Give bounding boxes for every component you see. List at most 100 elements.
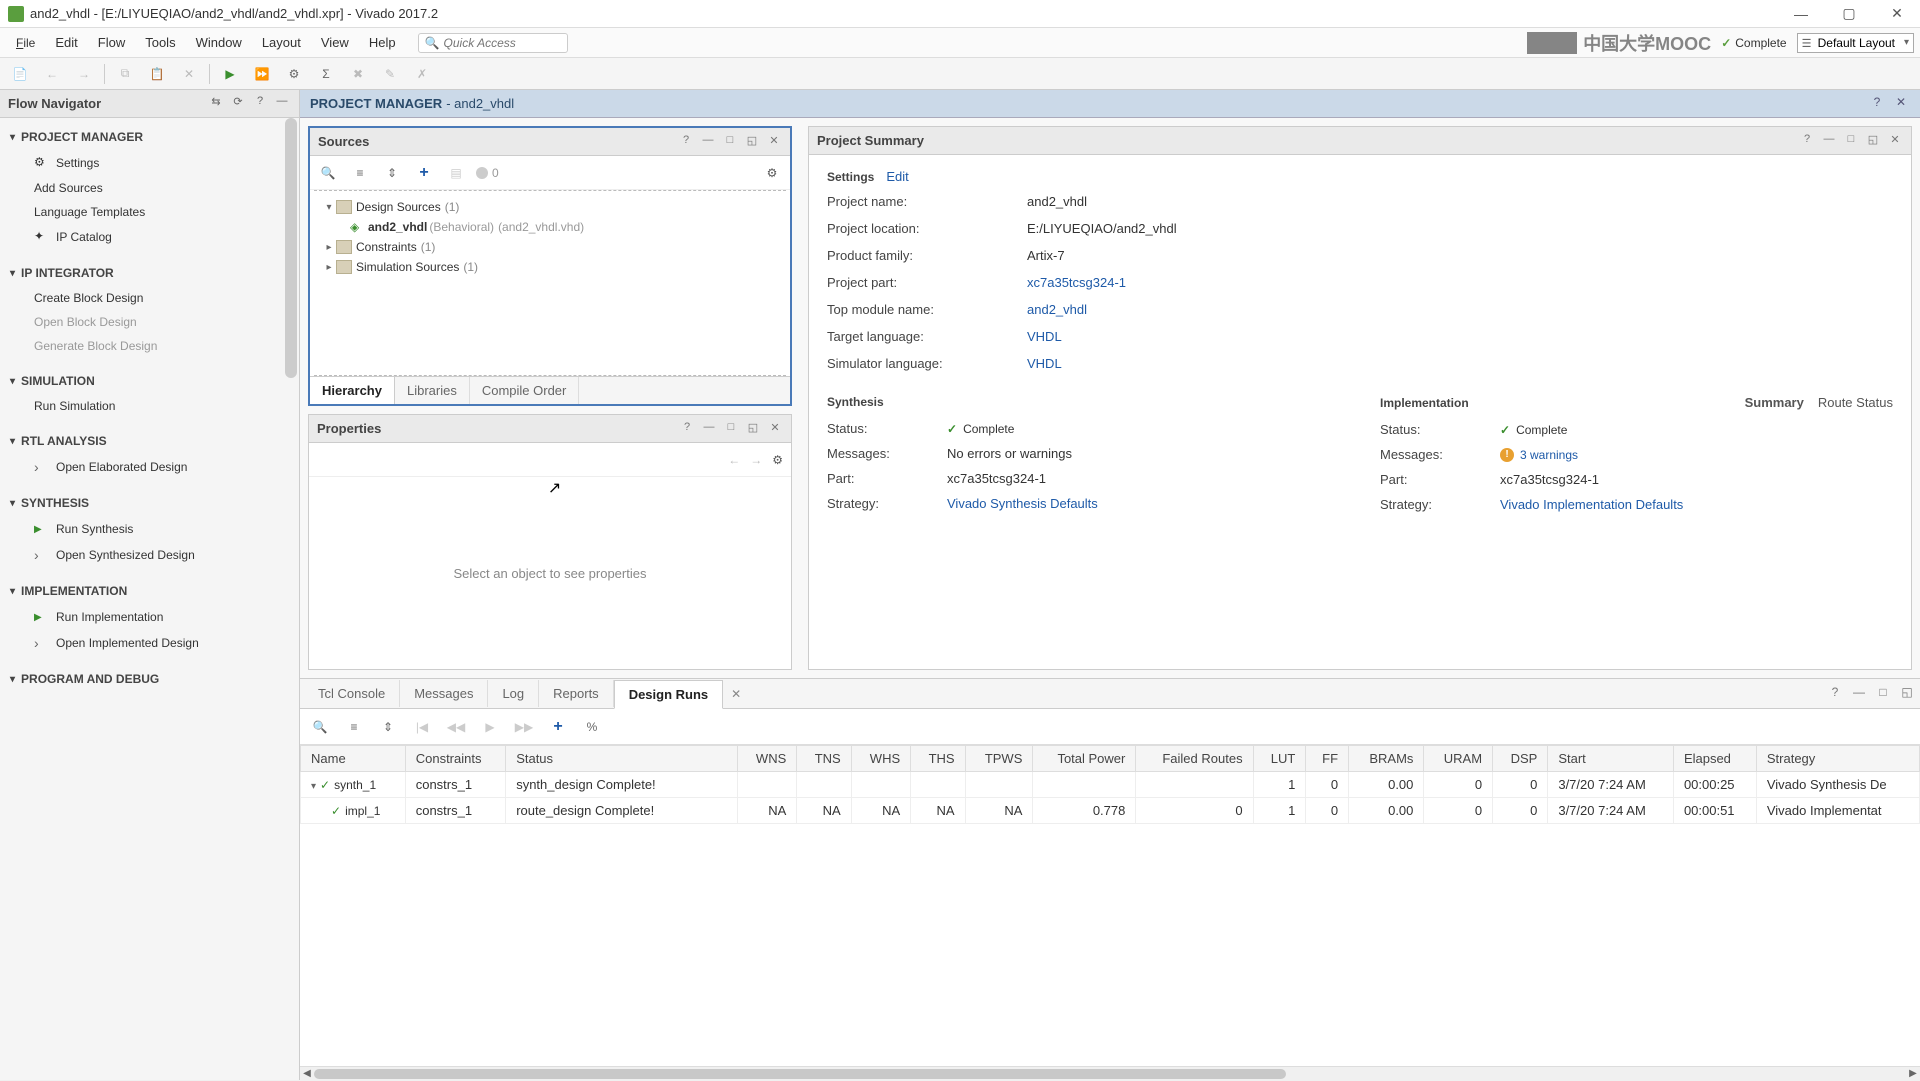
run-button[interactable]: ▶ bbox=[218, 62, 242, 86]
summary-float-icon[interactable]: ◱ bbox=[1865, 133, 1881, 149]
nav-create-block-design[interactable]: Create Block Design bbox=[0, 286, 299, 310]
sources-collapse-icon[interactable]: ≡ bbox=[348, 161, 372, 185]
nav-open-implemented-design[interactable]: Open Implemented Design bbox=[0, 630, 299, 656]
sources-search-icon[interactable]: 🔍 bbox=[316, 161, 340, 185]
tab-messages[interactable]: Messages bbox=[400, 680, 488, 707]
nav-open-elaborated-design[interactable]: Open Elaborated Design bbox=[0, 454, 299, 480]
clear-button[interactable]: ✗ bbox=[410, 62, 434, 86]
runs-prev-icon[interactable]: ◀◀ bbox=[444, 715, 468, 739]
sources-close-icon[interactable]: ✕ bbox=[766, 134, 782, 150]
impl-strategy-value[interactable]: Vivado Implementation Defaults bbox=[1500, 497, 1893, 512]
chevron-down-icon[interactable]: ▾ bbox=[311, 781, 316, 792]
col-total-power[interactable]: Total Power bbox=[1033, 746, 1136, 772]
tab-reports[interactable]: Reports bbox=[539, 680, 614, 707]
col-name[interactable]: Name bbox=[301, 746, 406, 772]
col-elapsed[interactable]: Elapsed bbox=[1673, 746, 1756, 772]
runs-first-icon[interactable]: |◀ bbox=[410, 715, 434, 739]
summary-edit-link[interactable]: Edit bbox=[886, 169, 908, 184]
menu-window[interactable]: Window bbox=[186, 31, 252, 54]
tree-top-module[interactable]: and2_vhdl (Behavioral) (and2_vhdl.vhd) bbox=[318, 217, 782, 237]
nav-generate-block-design[interactable]: Generate Block Design bbox=[0, 334, 299, 358]
impl-tab-route-status[interactable]: Route Status bbox=[1818, 395, 1893, 410]
col-constraints[interactable]: Constraints bbox=[405, 746, 505, 772]
nav-run-synthesis[interactable]: Run Synthesis bbox=[0, 516, 299, 542]
flow-nav-refresh-icon[interactable]: ⟳ bbox=[229, 95, 247, 113]
horizontal-scrollbar[interactable]: ◀ ▶ bbox=[300, 1066, 1920, 1080]
value-target-language[interactable]: VHDL bbox=[1027, 329, 1893, 344]
col-ff[interactable]: FF bbox=[1306, 746, 1349, 772]
bottom-float-icon[interactable]: ◱ bbox=[1898, 685, 1916, 703]
menu-file[interactable]: File bbox=[6, 31, 45, 54]
close-button[interactable]: ✕ bbox=[1882, 4, 1912, 24]
properties-maximize-icon[interactable]: □ bbox=[723, 421, 739, 437]
section-simulation[interactable]: ▾SIMULATION bbox=[0, 368, 299, 394]
sources-minimize-icon[interactable]: — bbox=[700, 134, 716, 150]
properties-help-icon[interactable]: ? bbox=[679, 421, 695, 437]
col-brams[interactable]: BRAMs bbox=[1349, 746, 1424, 772]
summary-close-icon[interactable]: ✕ bbox=[1887, 133, 1903, 149]
runs-next-icon[interactable]: ▶▶ bbox=[512, 715, 536, 739]
minimize-button[interactable]: — bbox=[1786, 4, 1816, 24]
nav-ip-catalog[interactable]: ✦IP Catalog bbox=[0, 224, 299, 250]
runs-play-icon[interactable]: ▶ bbox=[478, 715, 502, 739]
sigma-button[interactable]: Σ bbox=[314, 62, 338, 86]
col-lut[interactable]: LUT bbox=[1253, 746, 1306, 772]
synth-strategy-value[interactable]: Vivado Synthesis Defaults bbox=[947, 496, 1340, 511]
col-failed-routes[interactable]: Failed Routes bbox=[1136, 746, 1253, 772]
flow-nav-help-icon[interactable]: ? bbox=[251, 95, 269, 113]
chevron-down-icon[interactable]: ▾ bbox=[322, 202, 336, 213]
table-row[interactable]: ▾✓synth_1 constrs_1 synth_design Complet… bbox=[301, 772, 1920, 798]
menu-tools[interactable]: Tools bbox=[135, 31, 185, 54]
bottom-maximize-icon[interactable]: □ bbox=[1874, 685, 1892, 703]
nav-run-simulation[interactable]: Run Simulation bbox=[0, 394, 299, 418]
sources-expand-icon[interactable]: ⇕ bbox=[380, 161, 404, 185]
chevron-right-icon[interactable]: ▸ bbox=[322, 242, 336, 253]
tree-design-sources[interactable]: ▾ Design Sources (1) bbox=[318, 197, 782, 217]
section-rtl-analysis[interactable]: ▾RTL ANALYSIS bbox=[0, 428, 299, 454]
value-simulator-language[interactable]: VHDL bbox=[1027, 356, 1893, 371]
back-button[interactable]: ← bbox=[40, 62, 64, 86]
maximize-button[interactable]: ▢ bbox=[1834, 4, 1864, 24]
run-step-button[interactable]: ⏩ bbox=[250, 62, 274, 86]
col-strategy[interactable]: Strategy bbox=[1756, 746, 1919, 772]
scroll-left-icon[interactable]: ◀ bbox=[300, 1067, 314, 1081]
delete-button[interactable]: ✕ bbox=[177, 62, 201, 86]
runs-search-icon[interactable]: 🔍 bbox=[308, 715, 332, 739]
runs-expand-icon[interactable]: ⇕ bbox=[376, 715, 400, 739]
bottom-minimize-icon[interactable]: — bbox=[1850, 685, 1868, 703]
summary-help-icon[interactable]: ? bbox=[1799, 133, 1815, 149]
col-tns[interactable]: TNS bbox=[797, 746, 851, 772]
tab-libraries[interactable]: Libraries bbox=[395, 377, 470, 404]
sources-hier-icon[interactable]: ▤ bbox=[444, 161, 468, 185]
quick-access-search[interactable]: 🔍 bbox=[418, 33, 568, 53]
pm-close-icon[interactable]: ✕ bbox=[1892, 95, 1910, 113]
value-top-module[interactable]: and2_vhdl bbox=[1027, 302, 1893, 317]
forward-button[interactable]: → bbox=[72, 62, 96, 86]
nav-open-block-design[interactable]: Open Block Design bbox=[0, 310, 299, 334]
section-synthesis[interactable]: ▾SYNTHESIS bbox=[0, 490, 299, 516]
nav-run-implementation[interactable]: Run Implementation bbox=[0, 604, 299, 630]
menu-edit[interactable]: Edit bbox=[45, 31, 87, 54]
scroll-right-icon[interactable]: ▶ bbox=[1906, 1067, 1920, 1081]
prop-forward-icon[interactable]: → bbox=[750, 453, 762, 467]
tree-simulation-sources[interactable]: ▸ Simulation Sources (1) bbox=[318, 257, 782, 277]
tab-hierarchy[interactable]: Hierarchy bbox=[310, 377, 395, 404]
flow-nav-minimize-icon[interactable]: — bbox=[273, 95, 291, 113]
section-project-manager[interactable]: ▾PROJECT MANAGER bbox=[0, 124, 299, 150]
pm-help-icon[interactable]: ? bbox=[1868, 95, 1886, 113]
impl-messages-value[interactable]: !3 warnings bbox=[1500, 447, 1893, 462]
tree-constraints[interactable]: ▸ Constraints (1) bbox=[318, 237, 782, 257]
runs-collapse-icon[interactable]: ≡ bbox=[342, 715, 366, 739]
sources-maximize-icon[interactable]: □ bbox=[722, 134, 738, 150]
col-tpws[interactable]: TPWS bbox=[965, 746, 1033, 772]
tab-log[interactable]: Log bbox=[488, 680, 539, 707]
col-ths[interactable]: THS bbox=[911, 746, 965, 772]
prop-back-icon[interactable]: ← bbox=[728, 453, 740, 467]
nav-language-templates[interactable]: Language Templates bbox=[0, 200, 299, 224]
section-implementation[interactable]: ▾IMPLEMENTATION bbox=[0, 578, 299, 604]
nav-settings[interactable]: Settings bbox=[0, 150, 299, 176]
edit-button[interactable]: ✎ bbox=[378, 62, 402, 86]
flow-nav-collapse-icon[interactable]: ⇆ bbox=[207, 95, 225, 113]
tab-design-runs[interactable]: Design Runs bbox=[614, 680, 723, 709]
sources-help-icon[interactable]: ? bbox=[678, 134, 694, 150]
